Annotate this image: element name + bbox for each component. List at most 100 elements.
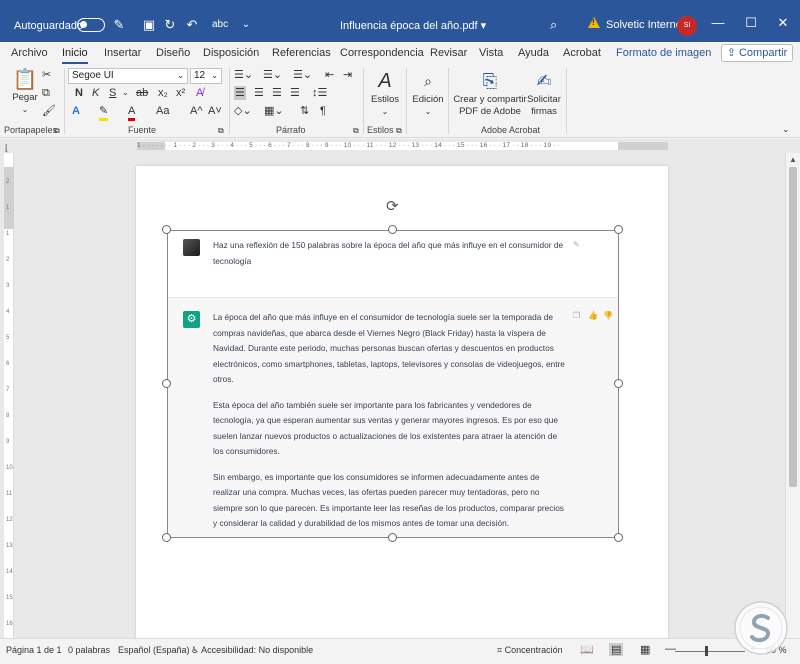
focus-mode-button[interactable]: ⌗ Concentración bbox=[497, 645, 563, 656]
warning-icon[interactable] bbox=[588, 17, 600, 28]
tab-inicio[interactable]: Inicio bbox=[62, 47, 88, 64]
styles-pen-icon[interactable]: ✎ bbox=[111, 17, 127, 33]
resize-handle[interactable] bbox=[162, 379, 171, 388]
horizontal-ruler[interactable]: 1 · · · · · · · 1 · · · 2 · · · 3 · · · … bbox=[137, 142, 668, 150]
scrollbar-thumb[interactable] bbox=[789, 167, 797, 487]
underline-button[interactable]: S bbox=[109, 86, 116, 100]
resize-handle[interactable] bbox=[162, 225, 171, 234]
divider bbox=[64, 68, 65, 134]
redo-icon[interactable]: ↻ bbox=[162, 17, 178, 33]
highlight-icon[interactable]: ✎ bbox=[99, 104, 109, 121]
web-layout-icon[interactable]: ▦ bbox=[640, 643, 650, 656]
acrobat-group-label: Adobe Acrobat bbox=[481, 125, 541, 135]
multilevel-list-icon[interactable]: ☰⌄ bbox=[293, 68, 312, 82]
format-painter-icon[interactable]: 🖌 bbox=[42, 104, 56, 118]
bold-button[interactable]: N bbox=[75, 86, 83, 100]
tab-revisar[interactable]: Revisar bbox=[430, 47, 467, 59]
italic-button[interactable]: K bbox=[92, 86, 99, 100]
search-icon[interactable]: ⌕ bbox=[550, 17, 557, 33]
font-name-field[interactable]: Segoe UI ⌄ bbox=[68, 68, 188, 84]
ribbon: 📋 Pegar ⌄ ✂ ⧉ 🖌 Portapapeles ⧉ Segoe UI ⌄… bbox=[0, 64, 800, 138]
font-color-icon[interactable]: A bbox=[128, 104, 136, 121]
dialog-launcher-icon[interactable]: ⧉ bbox=[396, 124, 402, 138]
resize-handle[interactable] bbox=[614, 533, 623, 542]
user-name[interactable]: Solvetic Internet bbox=[606, 19, 685, 31]
line-spacing-icon[interactable]: ↕☰ bbox=[312, 86, 327, 100]
copy-icon[interactable]: ⧉ bbox=[42, 86, 50, 100]
align-right-icon[interactable]: ☰ bbox=[272, 86, 282, 100]
tab-vista[interactable]: Vista bbox=[479, 47, 503, 59]
change-case-icon[interactable]: Aa bbox=[156, 104, 169, 118]
scroll-up-icon[interactable]: ▲ bbox=[789, 155, 797, 164]
grow-font-icon[interactable]: A^ bbox=[190, 104, 203, 118]
rotate-handle-icon[interactable]: ⟳ bbox=[386, 197, 399, 215]
paste-button[interactable]: 📋 Pegar ⌄ bbox=[10, 68, 40, 116]
undo-icon[interactable]: ↶ bbox=[184, 17, 200, 33]
font-size-field[interactable]: 12 ⌄ bbox=[190, 68, 222, 84]
shrink-font-icon[interactable]: A˅ bbox=[208, 104, 222, 118]
tab-acrobat[interactable]: Acrobat bbox=[563, 47, 601, 59]
editing-button[interactable]: ⌕ Edición ⌄ bbox=[410, 68, 446, 118]
autosave-toggle[interactable] bbox=[77, 18, 105, 32]
maximize-icon[interactable]: ☐ bbox=[741, 15, 761, 31]
tab-archivo[interactable]: Archivo bbox=[11, 47, 48, 59]
accessibility-status[interactable]: ♿ Accesibilidad: No disponible bbox=[191, 645, 313, 656]
word-count[interactable]: 0 palabras bbox=[68, 645, 110, 655]
zoom-slider-knob[interactable] bbox=[705, 646, 708, 656]
read-mode-icon[interactable]: 📖 bbox=[580, 643, 594, 656]
tab-insertar[interactable]: Insertar bbox=[104, 47, 141, 59]
user-avatar bbox=[183, 239, 200, 256]
decrease-indent-icon[interactable]: ⇤ bbox=[325, 68, 334, 82]
styles-button[interactable]: A Estilos ⌄ bbox=[367, 68, 403, 118]
print-layout-icon[interactable]: ▤ bbox=[609, 643, 624, 656]
borders-icon[interactable]: ▦⌄ bbox=[264, 104, 284, 118]
subscript-button[interactable]: x₂ bbox=[158, 86, 168, 100]
vertical-ruler[interactable]: 2 1 1 2 3 4 5 6 7 8 9 10 11 12 13 14 15 16 bbox=[4, 153, 14, 638]
language-status[interactable]: Español (España) bbox=[118, 645, 190, 655]
resize-handle[interactable] bbox=[614, 225, 623, 234]
qat-customize-icon[interactable]: ⌄ bbox=[238, 17, 254, 33]
tab-formato-de-imagen[interactable]: Formato de imagen bbox=[616, 47, 711, 59]
shading-icon[interactable]: ◇⌄ bbox=[234, 104, 252, 118]
selected-picture[interactable]: Haz una reflexión de 150 palabras sobre … bbox=[167, 230, 619, 538]
underline-dropdown-icon[interactable]: ⌄ bbox=[122, 86, 129, 100]
tab-referencias[interactable]: Referencias bbox=[272, 47, 331, 59]
save-icon[interactable]: ▣ bbox=[141, 17, 157, 33]
request-signatures-button[interactable]: ✍ Solicitar firmas bbox=[526, 68, 562, 118]
superscript-button[interactable]: x² bbox=[176, 86, 185, 100]
page-count[interactable]: Página 1 de 1 bbox=[6, 645, 62, 655]
dialog-launcher-icon[interactable]: ⧉ bbox=[54, 124, 60, 138]
tab-disposicion[interactable]: Disposición bbox=[203, 47, 259, 59]
create-pdf-button[interactable]: ⎘ Crear y compartir PDF de Adobe bbox=[452, 68, 528, 118]
zoom-out-icon[interactable]: — bbox=[665, 643, 676, 655]
dialog-launcher-icon[interactable]: ⧉ bbox=[353, 124, 359, 138]
cut-icon[interactable]: ✂ bbox=[42, 68, 51, 82]
share-button[interactable]: ⇪ Compartir bbox=[721, 44, 793, 62]
resize-handle[interactable] bbox=[614, 379, 623, 388]
strikethrough-button[interactable]: ab bbox=[136, 86, 148, 100]
tab-diseno[interactable]: Diseño bbox=[156, 47, 190, 59]
resize-handle[interactable] bbox=[388, 225, 397, 234]
bullets-icon[interactable]: ☰⌄ bbox=[234, 68, 253, 82]
numbering-icon[interactable]: ☰⌄ bbox=[263, 68, 282, 82]
align-left-icon[interactable]: ☰ bbox=[234, 86, 246, 100]
minimize-icon[interactable]: — bbox=[708, 15, 728, 30]
vertical-scrollbar[interactable]: ▲ bbox=[785, 153, 800, 638]
align-center-icon[interactable]: ☰ bbox=[254, 86, 264, 100]
spelling-icon[interactable]: abc bbox=[212, 17, 228, 33]
avatar[interactable]: SI bbox=[677, 16, 697, 36]
document-title[interactable]: Influencia época del año.pdf ▾ bbox=[340, 19, 486, 32]
dialog-launcher-icon[interactable]: ⧉ bbox=[218, 124, 224, 138]
justify-icon[interactable]: ☰ bbox=[290, 86, 300, 100]
text-effects-icon[interactable]: A bbox=[72, 104, 80, 118]
increase-indent-icon[interactable]: ⇥ bbox=[343, 68, 352, 82]
tab-ayuda[interactable]: Ayuda bbox=[518, 47, 549, 59]
resize-handle[interactable] bbox=[388, 533, 397, 542]
clear-formatting-icon[interactable]: A̸ bbox=[196, 86, 203, 100]
show-marks-icon[interactable]: ¶ bbox=[320, 104, 326, 118]
sort-icon[interactable]: ⇅ bbox=[300, 104, 309, 118]
resize-handle[interactable] bbox=[162, 533, 171, 542]
collapse-ribbon-icon[interactable]: ⌄ bbox=[782, 122, 790, 136]
close-icon[interactable]: ✕ bbox=[773, 15, 793, 31]
tab-correspondencia[interactable]: Correspondencia bbox=[340, 47, 424, 59]
